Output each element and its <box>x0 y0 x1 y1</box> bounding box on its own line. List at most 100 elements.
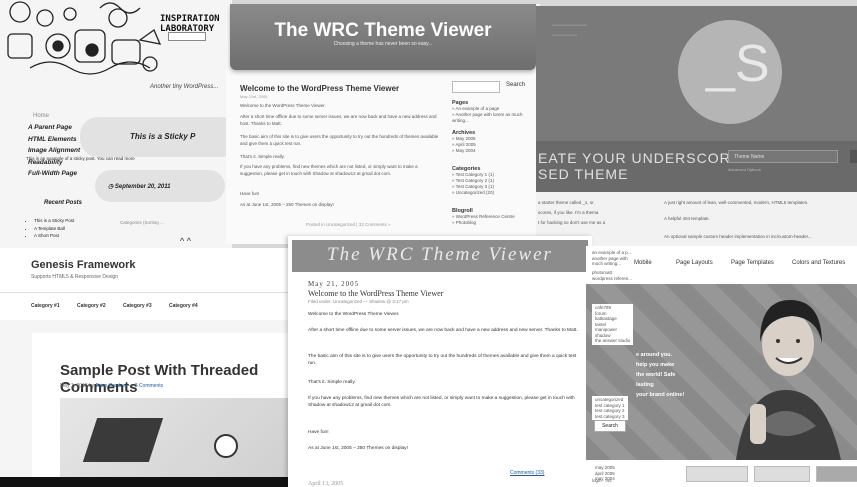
post-paragraph: If you have any problems, find new theme… <box>240 164 418 176</box>
post-paragraph: Have fun! <box>240 191 260 196</box>
post-title[interactable]: Welcome to the WordPress Theme Viewer <box>240 84 399 93</box>
next-post-date: April 13, 2005 <box>308 481 344 487</box>
post-paragraph: As at June 1st, 2005 – 250 Themes on dis… <box>240 202 334 207</box>
page-nav: A Parent Page HTML Elements Image Alignm… <box>28 124 80 182</box>
post-paragraph: Welcome to the WordPress Theme Viewer. <box>240 103 326 108</box>
nav-item[interactable]: HTML Elements <box>28 136 80 143</box>
menu-item-page-layouts[interactable]: Page Layouts <box>676 260 713 266</box>
sticky-post-title[interactable]: This is a Sticky P <box>130 132 195 141</box>
hero-text: help you make <box>636 362 675 368</box>
recent-post-link[interactable]: A Template Ball <box>34 226 74 231</box>
header-divider <box>0 292 306 293</box>
sidebar-link[interactable]: » May 2005 <box>452 136 476 141</box>
scroll-arrows[interactable]: ^ ^ <box>180 236 191 246</box>
post-footer[interactable]: Posted in Uncategorized | 33 Comments » <box>306 222 390 227</box>
wrc-theme-viewer-serif-screenshot: The WRC Theme Viewer May 21, 2005 Welcom… <box>288 236 592 487</box>
menu-item-mobile[interactable]: Mobile <box>634 260 652 266</box>
advanced-options-link[interactable]: Advanced Options <box>728 167 761 172</box>
hero-text: e around you. <box>636 352 673 358</box>
site-tagline: Another tiny WordPress... <box>150 84 219 90</box>
nav-item[interactable]: Image Alignment <box>28 147 80 154</box>
generate-button[interactable] <box>850 150 857 163</box>
sidebar-link[interactable]: » Photoblog <box>452 220 476 225</box>
underscores-screenshot: ▬▬▬▬▬▬▬ ▬▬▬▬▬ _S EATE YOUR UNDERSCORES SE… <box>536 6 857 250</box>
categories-snippet: Categories (Sorting ... <box>120 220 164 225</box>
sticky-post-excerpt: This is an example of a sticky post. You… <box>26 156 135 161</box>
post-meta: May 21st, 2005 <box>240 94 268 99</box>
category-menu-item[interactable]: Category #4 <box>169 303 198 309</box>
post-paragraph: After a short time offline due to some s… <box>240 114 437 126</box>
sidebar-link[interactable]: » April 2005 <box>452 142 476 147</box>
ghost-text: ▬▬▬▬▬ <box>552 32 577 38</box>
search-button[interactable]: Search <box>506 82 525 88</box>
sidebar-links: cafe789 forum katkastage tantel manipowe… <box>592 304 634 345</box>
bottom-bar <box>0 477 306 487</box>
sidebar-pages: an example of a p... another page with m… <box>592 250 632 266</box>
comments-link[interactable]: Comments (33) <box>510 470 544 476</box>
comments-link[interactable]: 8 Comments <box>135 383 163 389</box>
recent-post-link[interactable]: This is a Sticky Post <box>34 218 74 223</box>
post-meta: May 1, 2016 by Brian Gardner — 8 Comment… <box>60 383 164 389</box>
footer-input[interactable] <box>754 466 810 482</box>
intro-text: scores, if you like. I'm a thema <box>538 210 599 215</box>
sidebar-link[interactable]: » Test Category 3 (1) <box>452 184 494 189</box>
author-link[interactable]: Brian Gardner <box>96 383 127 389</box>
footer-input[interactable] <box>686 466 748 482</box>
smiling-woman-photo <box>736 300 841 460</box>
menu-item-page-templates[interactable]: Page Templates <box>731 260 774 266</box>
hero-text: lasting <box>636 382 654 388</box>
post-paragraph: After a short time offline due to some s… <box>308 328 578 333</box>
feature-text: A helpful 404 template. <box>664 216 710 221</box>
inspiration-lab-screenshot: INSPIRATION LABORATORY Another tiny WordP… <box>0 0 232 248</box>
site-title[interactable]: Genesis Framework <box>31 259 136 271</box>
theme-name-input[interactable]: Theme Name <box>728 150 838 163</box>
post-paragraph: The basic aim of this site is to give us… <box>308 354 577 366</box>
menu-item-colors-textures[interactable]: Colors and Textures <box>792 260 845 266</box>
coffee-cup-image <box>214 434 238 458</box>
sidebar-link[interactable]: » Test Category 1 (1) <box>452 172 494 177</box>
site-title[interactable]: The WRC Theme Viewer <box>230 20 536 42</box>
sidebar-link[interactable]: » May 2004 <box>452 148 476 153</box>
sidebar-link[interactable]: » WordPress Reference Centre <box>452 214 515 219</box>
post-paragraph: The basic aim of this site is to give us… <box>240 134 439 146</box>
site-title[interactable]: INSPIRATION LABORATORY <box>160 14 220 34</box>
post-paragraph: Welcome to the WordPress Theme Viewer. <box>308 312 400 317</box>
category-menu-item[interactable]: Category #2 <box>77 303 106 309</box>
category-menu-item[interactable]: Category #3 <box>123 303 152 309</box>
ghost-text: ▬▬▬▬▬▬▬ <box>552 22 587 28</box>
wrc-theme-viewer-screenshot: The WRC Theme Viewer Choosing a theme ha… <box>226 4 540 244</box>
hero-text: your brand online! <box>636 392 685 398</box>
intro-text: a starter theme called _s, or <box>538 200 594 205</box>
sidebar-blogroll: photomatt wordpress referen... <box>592 270 633 281</box>
underscores-logo[interactable]: _S <box>706 34 770 94</box>
recent-post-link[interactable]: A Short Post <box>34 233 74 238</box>
search-input[interactable] <box>452 81 500 93</box>
post-title[interactable]: Sample Post With Threaded Comments <box>60 362 306 396</box>
post-title[interactable]: Welcome to the WordPress Theme Viewer <box>308 289 443 298</box>
sidebar-link[interactable]: » Another page with lorem as much writin… <box>452 112 523 123</box>
site-title[interactable]: The WRC Theme Viewer <box>292 244 588 266</box>
home-link[interactable]: Home <box>33 113 49 119</box>
sidebar-link[interactable]: » Test Category 2 (1) <box>452 178 494 183</box>
nav-item[interactable]: Full-Width Page <box>28 170 80 177</box>
category-menu-item[interactable]: Category #1 <box>31 303 60 309</box>
post-meta: Filed under: Uncategorized — Shadow @ 3:… <box>308 299 409 304</box>
search-input[interactable] <box>168 32 206 41</box>
post-paragraph: If you have any problems, find new theme… <box>308 396 575 408</box>
hero-text: the world! Safe <box>636 372 676 378</box>
sidebar-widget-categories: Categories » Test Category 1 (1) » Test … <box>452 166 495 195</box>
sidebar-link[interactable]: » An example of a page <box>452 106 499 111</box>
nav-item[interactable]: A Parent Page <box>28 124 80 131</box>
recent-posts-heading: Recent Posts <box>44 200 83 206</box>
site-description: Supports HTML5 & Responsive Design <box>31 274 118 280</box>
clock-icon: ◷ <box>108 184 115 190</box>
site-header: The WRC Theme Viewer Choosing a theme ha… <box>230 4 536 70</box>
business-theme-screenshot: an example of a p... another page with m… <box>586 246 857 487</box>
site-header: The WRC Theme Viewer <box>292 240 588 272</box>
feature-text: An optional sample custom header impleme… <box>664 234 812 239</box>
sidebar-link[interactable]: » Uncategorized (20) <box>452 190 494 195</box>
create-theme-headline: EATE YOUR UNDERSCORES SED THEME <box>538 150 752 182</box>
post-date: May 21, 2005 <box>308 280 360 288</box>
footer-button[interactable] <box>816 466 857 482</box>
search-button[interactable]: Search <box>594 420 626 432</box>
